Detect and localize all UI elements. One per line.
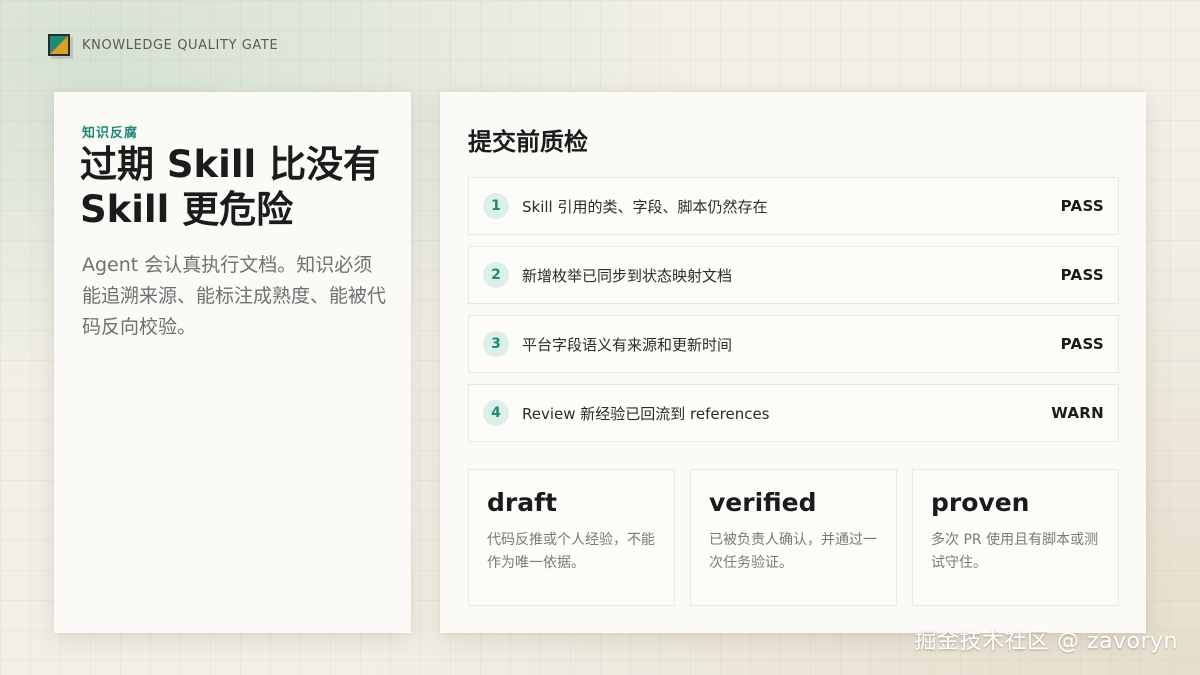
section-kicker: 知识反腐 <box>82 126 139 141</box>
headline: 过期 Skill 比没有 Skill 更危险 <box>80 143 381 231</box>
check-row: 3 平台字段语义有来源和更新时间 PASS <box>468 315 1119 373</box>
level-card-proven: proven 多次 PR 使用且有脚本或测试守住。 <box>912 469 1119 606</box>
check-row: 4 Review 新经验已回流到 references WARN <box>468 384 1119 442</box>
check-status: PASS <box>1060 335 1104 353</box>
check-row: 2 新增枚举已同步到状态映射文档 PASS <box>468 246 1119 304</box>
check-description: Review 新经验已回流到 references <box>522 404 770 423</box>
level-name: verified <box>709 488 817 517</box>
level-name: proven <box>931 488 1030 517</box>
check-list: 1 Skill 引用的类、字段、脚本仍然存在 PASS 2 新增枚举已同步到状态… <box>468 177 1119 453</box>
square-logo-icon <box>48 34 70 56</box>
check-description: 新增枚举已同步到状态映射文档 <box>522 266 733 285</box>
check-status: PASS <box>1060 197 1104 215</box>
check-row: 1 Skill 引用的类、字段、脚本仍然存在 PASS <box>468 177 1119 235</box>
check-status: PASS <box>1060 266 1104 284</box>
level-description: 多次 PR 使用且有脚本或测试守住。 <box>931 532 1099 571</box>
level-card-draft: draft 代码反推或个人经验，不能作为唯一依据。 <box>468 469 675 606</box>
maturity-levels: draft 代码反推或个人经验，不能作为唯一依据。 verified 已被负责人… <box>468 469 1119 606</box>
check-number-badge: 4 <box>483 400 509 426</box>
check-number-badge: 2 <box>483 262 509 288</box>
section-title: 提交前质检 <box>468 128 588 156</box>
check-description: 平台字段语义有来源和更新时间 <box>522 335 733 354</box>
lede-text: Agent 会认真执行文档。知识必须能追溯来源、能标注成熟度、能被代码反向校验。 <box>82 254 387 338</box>
brand-title: KNOWLEDGE QUALITY GATE <box>82 37 279 53</box>
brand-header: KNOWLEDGE QUALITY GATE <box>48 34 278 56</box>
check-description: Skill 引用的类、字段、脚本仍然存在 <box>522 197 768 216</box>
level-name: draft <box>487 488 557 517</box>
summary-card: 知识反腐 过期 Skill 比没有 Skill 更危险 Agent 会认真执行文… <box>54 92 411 633</box>
level-description: 已被负责人确认，并通过一次任务验证。 <box>709 532 877 571</box>
quality-check-card: 提交前质检 1 Skill 引用的类、字段、脚本仍然存在 PASS 2 新增枚举… <box>440 92 1146 633</box>
check-number-badge: 1 <box>483 193 509 219</box>
check-status: WARN <box>1051 404 1104 422</box>
check-number-badge: 3 <box>483 331 509 357</box>
level-description: 代码反推或个人经验，不能作为唯一依据。 <box>487 532 655 571</box>
level-card-verified: verified 已被负责人确认，并通过一次任务验证。 <box>690 469 897 606</box>
watermark: 掘金技术社区 @ zavoryn <box>914 629 1178 654</box>
